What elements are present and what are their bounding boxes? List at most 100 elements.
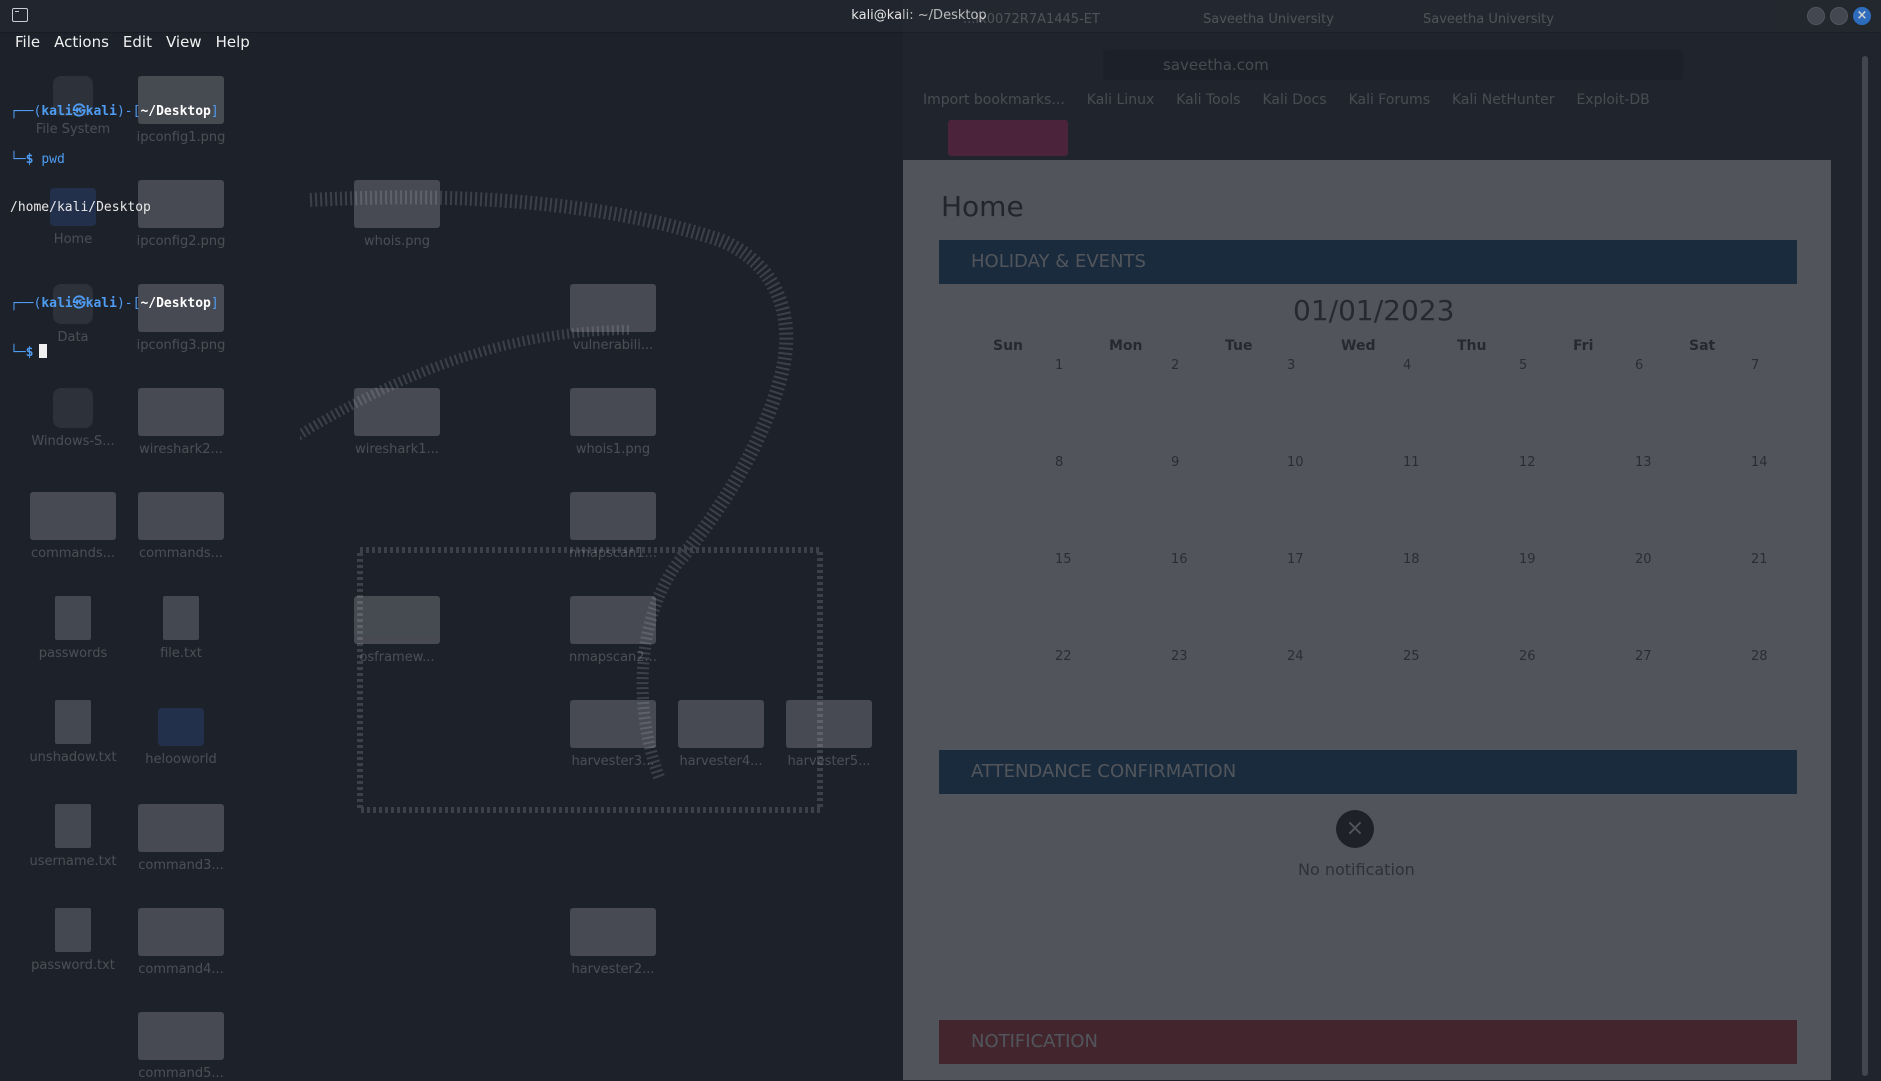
calendar-day-cell[interactable]: 10	[1287, 455, 1304, 470]
desktop-icon-label: harvester2...	[571, 962, 655, 977]
desktop-icon[interactable]: wireshark2...	[126, 388, 236, 457]
terminal-output[interactable]: ┌──(kali㉿kali)-[~/Desktop] └─$ pwd /home…	[10, 72, 219, 376]
terminal-menubar: File Actions Edit View Help	[0, 32, 257, 56]
doc-icon	[55, 908, 91, 952]
desktop-icon[interactable]: command5...	[126, 1012, 236, 1081]
calendar-day-cell[interactable]: 6	[1635, 358, 1643, 373]
menu-actions[interactable]: Actions	[47, 32, 116, 56]
calendar-day-cell[interactable]: 3	[1287, 358, 1295, 373]
desktop-icon[interactable]: unshadow.txt	[18, 700, 128, 765]
calendar-day-cell[interactable]: 23	[1171, 649, 1188, 664]
desktop-icon-label: command4...	[138, 962, 224, 977]
command-line: └─$ pwd	[10, 152, 65, 167]
browser-tab[interactable]: ...ix0072R7A1445-ET	[963, 12, 1100, 27]
calendar-day-cell[interactable]: 24	[1287, 649, 1304, 664]
desktop-icon-label: password.txt	[31, 958, 115, 973]
panel-attendance-confirmation[interactable]: ATTENDANCE CONFIRMATION	[939, 750, 1797, 794]
calendar-day-cell[interactable]: 25	[1403, 649, 1420, 664]
calendar-day-cell[interactable]: 17	[1287, 552, 1304, 567]
text-cursor	[39, 344, 48, 358]
calendar-day-cell[interactable]: 18	[1403, 552, 1420, 567]
no-notification-icon: ×	[1336, 810, 1374, 848]
command-line: └─$	[10, 344, 219, 360]
desktop-icon[interactable]: passwords	[18, 596, 128, 661]
kali-dragon-logo	[300, 190, 823, 813]
calendar-day-cell[interactable]: 4	[1403, 358, 1411, 373]
desktop-icon-label: helooworld	[145, 752, 217, 767]
browser-tab[interactable]: Saveetha University	[1423, 12, 1554, 27]
thumb-icon	[30, 492, 116, 540]
menu-edit[interactable]: Edit	[116, 32, 159, 56]
calendar-day-cell[interactable]: 12	[1519, 455, 1536, 470]
panel-holiday-events[interactable]: HOLIDAY & EVENTS	[939, 240, 1797, 284]
calendar-day-cell[interactable]: 26	[1519, 649, 1536, 664]
calendar-day-cell[interactable]: 9	[1171, 455, 1179, 470]
panel-notification[interactable]: NOTIFICATION	[939, 1020, 1797, 1064]
menu-file[interactable]: File	[8, 32, 47, 56]
terminal-scrollbar[interactable]	[1862, 56, 1868, 1076]
doc-icon	[55, 700, 91, 744]
bookmark-item[interactable]: Kali Docs	[1262, 92, 1326, 108]
calendar-day-cell[interactable]: 20	[1635, 552, 1652, 567]
drive-icon	[53, 388, 93, 428]
browser-url-bar[interactable]: saveetha.com	[1103, 50, 1683, 80]
calendar-day-cell[interactable]: 8	[1055, 455, 1063, 470]
calendar-day-cell[interactable]: 5	[1519, 358, 1527, 373]
thumb-icon	[138, 908, 224, 956]
desktop-icon-label: passwords	[38, 646, 108, 661]
desktop-icon-label: username.txt	[29, 854, 117, 869]
calendar-day-header: Thu	[1457, 338, 1487, 354]
calendar-day-cell[interactable]: 21	[1751, 552, 1768, 567]
bookmark-item[interactable]: Import bookmarks...	[923, 92, 1065, 108]
browser-tab[interactable]: Saveetha University	[1203, 12, 1334, 27]
calendar-day-cell[interactable]: 14	[1751, 455, 1768, 470]
thumb-icon	[138, 388, 224, 436]
calendar-day-cell[interactable]: 2	[1171, 358, 1179, 373]
calendar-day-cell[interactable]: 28	[1751, 649, 1768, 664]
desktop-icon-label: file.txt	[160, 646, 202, 661]
calendar-day-cell[interactable]: 15	[1055, 552, 1072, 567]
calendar-date: 01/01/2023	[1293, 294, 1455, 327]
desktop-icon[interactable]: commands...	[18, 492, 128, 561]
desktop-icon[interactable]: harvester2...	[558, 908, 668, 977]
bookmark-item[interactable]: Kali Linux	[1087, 92, 1154, 108]
prompt-line: ┌──(kali㉿kali)-[~/Desktop]	[10, 104, 219, 119]
desktop-icon-label: commands...	[138, 546, 224, 561]
calendar-day-cell[interactable]: 1	[1055, 358, 1063, 373]
menu-view[interactable]: View	[159, 32, 209, 56]
desktop-icon-label: command3...	[138, 858, 224, 873]
desktop-icon[interactable]: file.txt	[126, 596, 236, 661]
desktop-icon-label: commands...	[30, 546, 116, 561]
doc-icon	[55, 804, 91, 848]
bookmark-item[interactable]: Kali NetHunter	[1452, 92, 1554, 108]
menu-help[interactable]: Help	[209, 32, 257, 56]
calendar-day-cell[interactable]: 11	[1403, 455, 1420, 470]
browser-page: Home HOLIDAY & EVENTS 01/01/2023 Sun Mon T…	[903, 160, 1831, 1080]
desktop-icon[interactable]: commands...	[126, 492, 236, 561]
doc-icon	[55, 596, 91, 640]
folder-icon	[158, 708, 204, 746]
desktop-icon-label: Windows-S...	[31, 434, 115, 449]
desktop-icon[interactable]: password.txt	[18, 908, 128, 973]
bookmark-item[interactable]: Exploit-DB	[1576, 92, 1649, 108]
bookmark-item[interactable]: Kali Tools	[1176, 92, 1240, 108]
calendar-day-header: Tue	[1225, 338, 1253, 354]
calendar-day-header: Fri	[1573, 338, 1594, 354]
calendar-day-cell[interactable]: 13	[1635, 455, 1652, 470]
desktop-icon[interactable]: Windows-S...	[18, 388, 128, 449]
calendar-day-header: Sat	[1689, 338, 1716, 354]
calendar-day-cell[interactable]: 7	[1751, 358, 1759, 373]
desktop-icon[interactable]: command3...	[126, 804, 236, 873]
desktop-icon[interactable]: username.txt	[18, 804, 128, 869]
desktop-icon[interactable]: command4...	[126, 908, 236, 977]
brand-logo	[948, 120, 1068, 156]
desktop-icon-label: wireshark2...	[139, 442, 223, 457]
desktop-icon[interactable]: helooworld	[126, 700, 236, 767]
desktop-icon-label: command5...	[138, 1066, 224, 1081]
calendar-day-header: Mon	[1109, 338, 1143, 354]
calendar-day-cell[interactable]: 27	[1635, 649, 1652, 664]
calendar-day-cell[interactable]: 19	[1519, 552, 1536, 567]
calendar-day-cell[interactable]: 16	[1171, 552, 1188, 567]
calendar-day-cell[interactable]: 22	[1055, 649, 1072, 664]
bookmark-item[interactable]: Kali Forums	[1349, 92, 1430, 108]
